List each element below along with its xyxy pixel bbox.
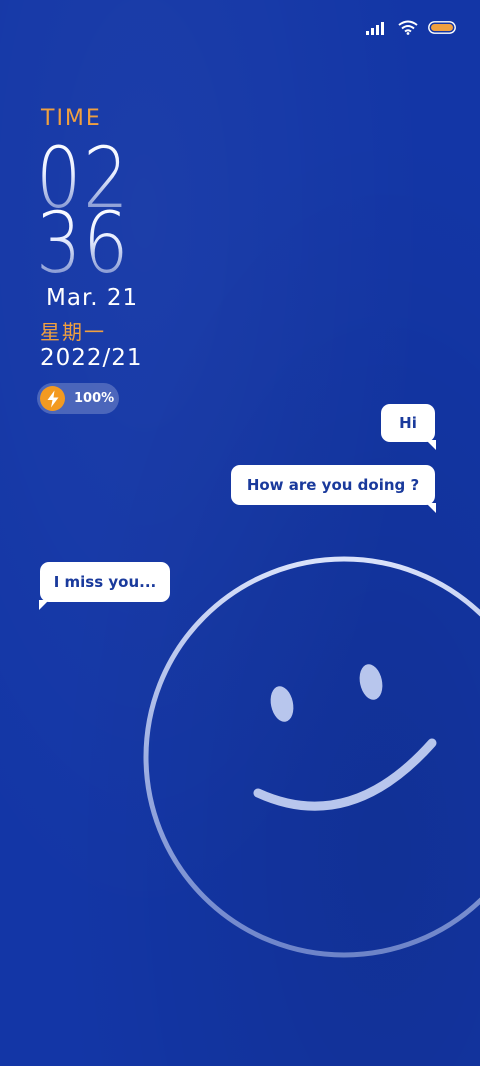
bubble-tail — [39, 600, 49, 610]
message-text: I miss you... — [53, 573, 157, 591]
message-bubble-miss-you: I miss you... — [39, 562, 170, 610]
date-text: Mar. 21 — [46, 285, 139, 311]
signal-bars-icon — [366, 21, 388, 35]
wifi-icon — [398, 20, 418, 35]
time-label: TIME — [41, 106, 102, 131]
year-text: 2022/21 — [40, 345, 143, 371]
battery-percent: 100% — [74, 391, 115, 406]
lightning-bolt-icon — [40, 386, 65, 411]
bubble-tail — [426, 440, 436, 450]
message-bubble-how-are-you: How are you doing ? — [231, 465, 436, 513]
message-text: Hi — [399, 414, 417, 432]
weekday-text: 星期一 — [40, 320, 106, 344]
status-bar — [366, 20, 456, 35]
message-text: How are you doing ? — [246, 476, 420, 494]
battery-icon — [428, 21, 456, 34]
bubble-tail — [426, 503, 436, 513]
message-bubble-hi: Hi — [381, 404, 436, 450]
battery-indicator: 100% — [37, 383, 119, 414]
clock-minute: 36 — [36, 194, 131, 292]
